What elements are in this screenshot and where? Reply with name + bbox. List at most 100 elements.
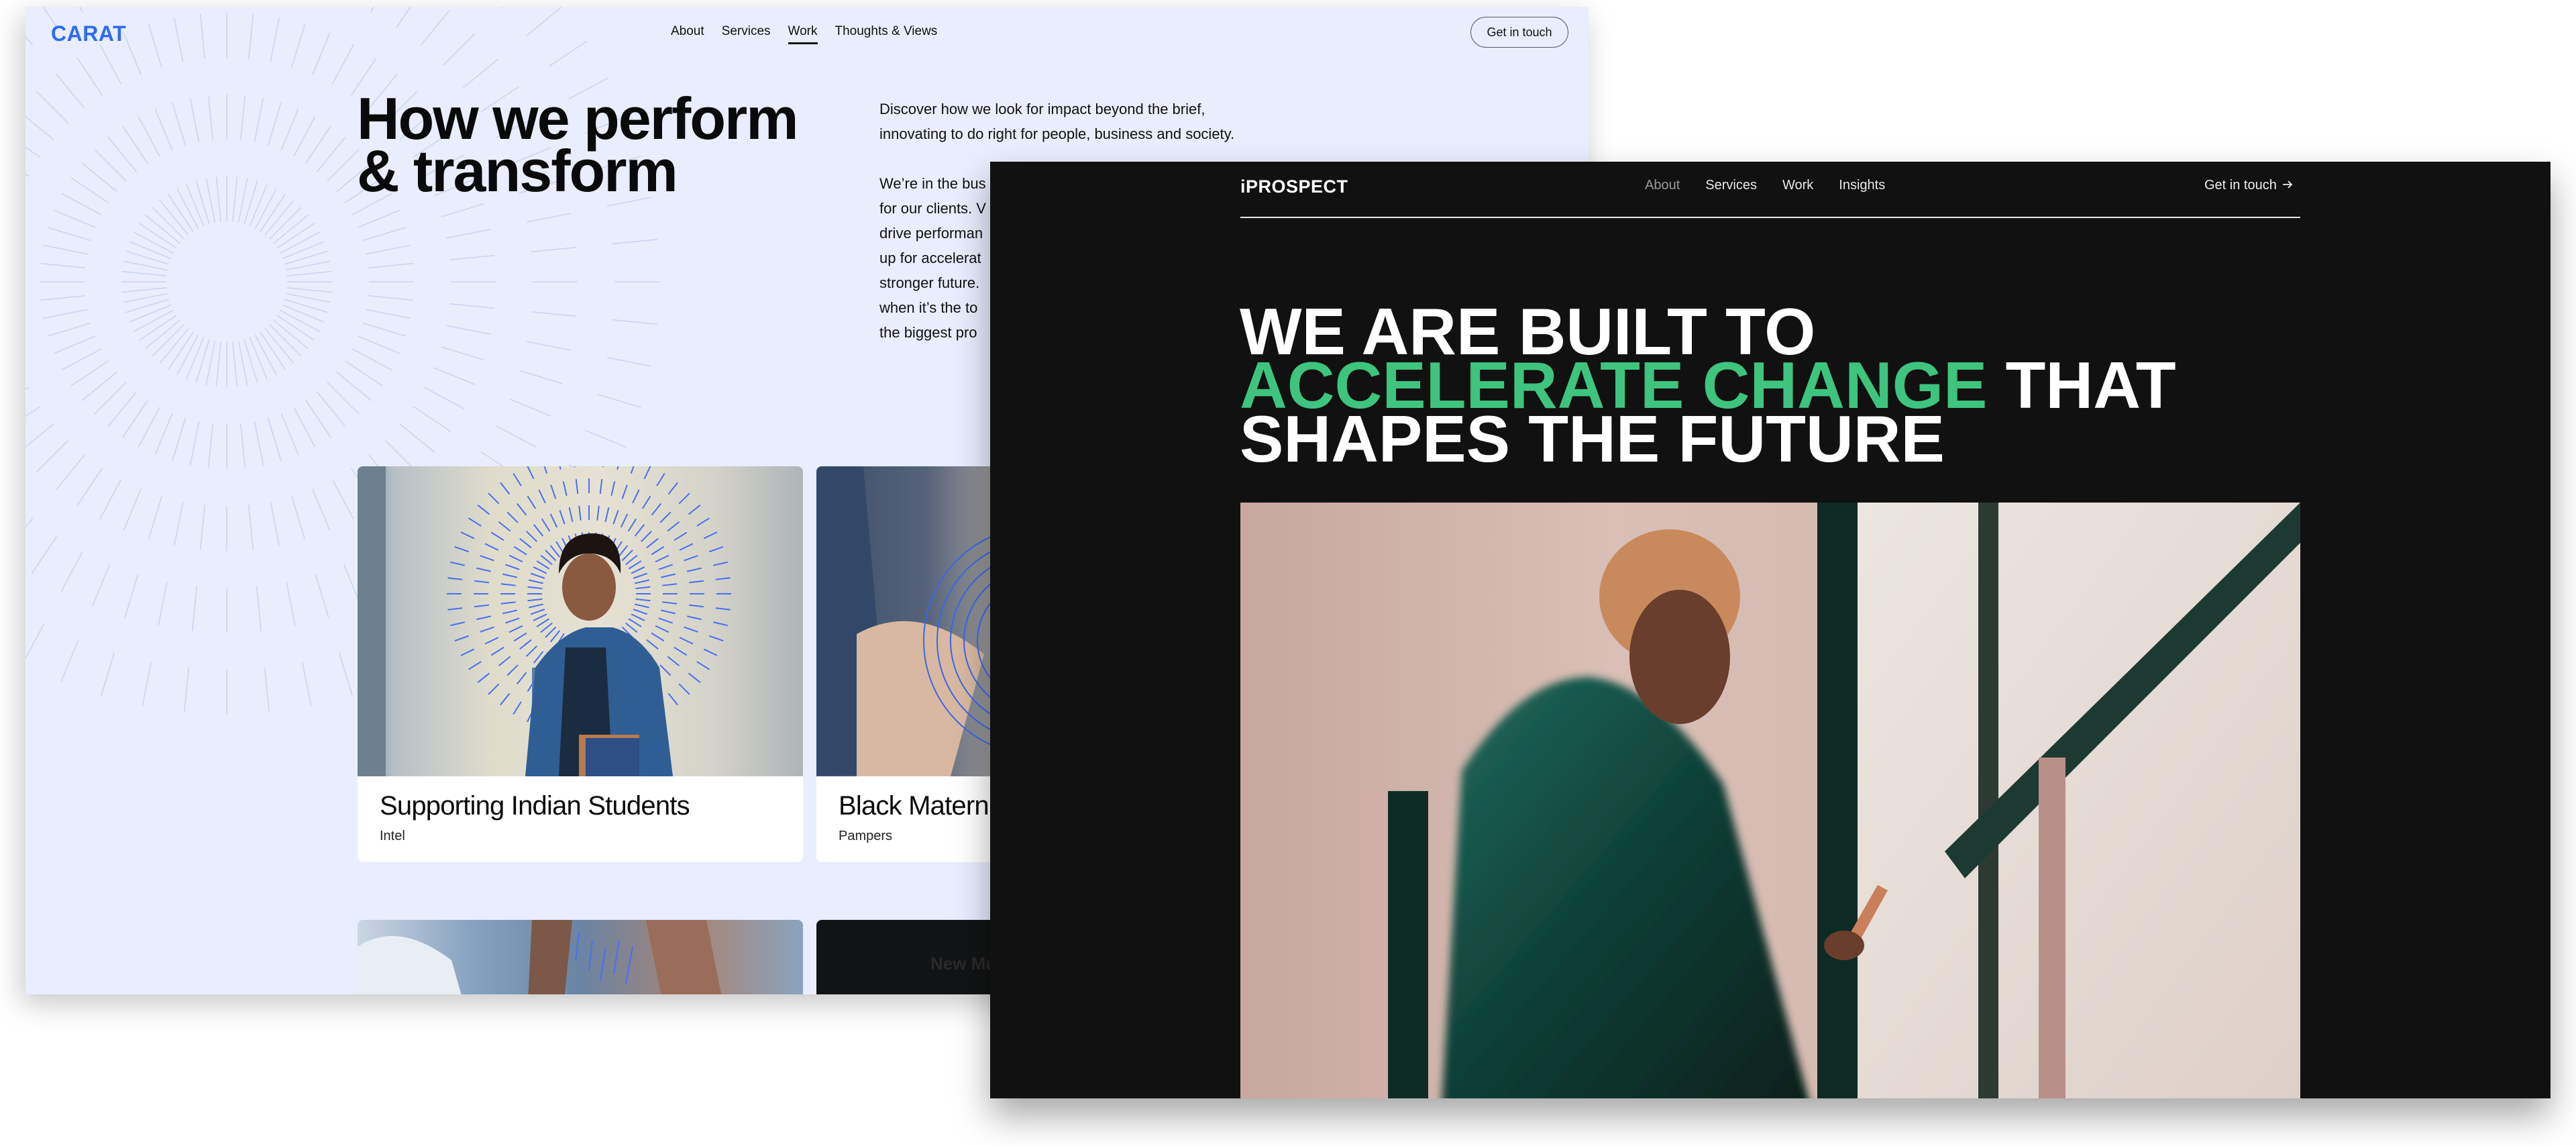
- ray-segment: [709, 546, 724, 553]
- work-card-supporting-indian-students[interactable]: Supporting Indian Students Intel: [358, 466, 803, 862]
- ray-segment: [25, 386, 30, 390]
- ray-segment: [284, 299, 328, 313]
- ray-segment: [506, 664, 519, 676]
- ray-segment: [646, 639, 659, 650]
- ray-segment: [476, 567, 491, 572]
- get-in-touch-link[interactable]: Get in touch: [2204, 178, 2293, 193]
- ray-segment: [529, 603, 543, 609]
- ray-segment: [145, 319, 180, 350]
- ray-segment: [679, 543, 694, 551]
- ray-segment: [282, 304, 325, 323]
- ray-segment: [498, 656, 511, 667]
- ray-segment: [172, 417, 186, 462]
- nav-item-work[interactable]: Work: [788, 24, 818, 44]
- ray-segment: [312, 33, 331, 75]
- ray-segment: [327, 382, 360, 415]
- nav-item-about[interactable]: About: [1645, 178, 1680, 193]
- nav-item-about[interactable]: About: [671, 24, 704, 39]
- student-with-books-photo: [358, 466, 803, 776]
- get-in-touch-button[interactable]: Get in touch: [1470, 17, 1568, 48]
- ray-segment: [574, 466, 576, 468]
- ray-segment: [674, 646, 688, 656]
- ray-segment: [498, 521, 511, 532]
- ray-segment: [500, 583, 516, 586]
- ray-segment: [441, 346, 485, 361]
- ray-segment: [176, 335, 199, 375]
- ray-segment: [293, 407, 316, 448]
- ray-segment: [715, 607, 731, 611]
- ray-segment: [232, 176, 238, 222]
- ray-segment: [215, 342, 221, 387]
- ray-segment: [625, 622, 638, 633]
- ray-segment: [541, 518, 551, 532]
- ray-segment: [488, 492, 500, 505]
- nav-item-insights[interactable]: Insights: [1839, 178, 1885, 193]
- ray-segment: [123, 33, 142, 75]
- ray-segment: [269, 324, 302, 357]
- ray-segment: [148, 23, 162, 68]
- ray-segment: [449, 303, 495, 309]
- ray-segment: [540, 554, 553, 566]
- hero-line-2-rest: THAT: [1987, 348, 2176, 422]
- ray-segment: [280, 231, 320, 254]
- ray-segment: [174, 501, 184, 546]
- ray-segment: [168, 193, 194, 232]
- ray-segment: [684, 626, 698, 633]
- ray-segment: [477, 505, 490, 515]
- ray-segment: [260, 331, 286, 370]
- ray-segment: [362, 322, 407, 337]
- nav-item-services[interactable]: Services: [722, 24, 771, 39]
- ray-segment: [533, 524, 544, 537]
- ray-segment: [199, 505, 206, 550]
- ray-segment: [536, 618, 550, 627]
- ray-segment: [508, 625, 523, 633]
- ray-segment: [655, 625, 669, 633]
- iprospect-logo[interactable]: iPROSPECT: [1240, 176, 1348, 197]
- ray-segment: [370, 7, 374, 13]
- ray-segment: [123, 293, 168, 303]
- ray-segment: [276, 223, 315, 249]
- ray-segment: [634, 524, 645, 537]
- card-title: Supporting Indian Students: [380, 791, 690, 821]
- nav-item-work[interactable]: Work: [1782, 178, 1813, 193]
- ray-segment: [280, 108, 299, 151]
- work-card-dancers[interactable]: [358, 920, 803, 994]
- ray-segment: [703, 648, 718, 656]
- dancers-photo: [358, 920, 803, 994]
- ray-segment: [270, 501, 280, 546]
- ray-segment: [631, 613, 645, 621]
- ray-segment: [133, 309, 174, 332]
- ray-segment: [81, 371, 117, 401]
- ray-segment: [148, 496, 162, 540]
- ray-segment: [25, 623, 45, 660]
- ray-segment: [420, 10, 450, 46]
- ray-segment: [684, 555, 698, 562]
- ray-segment: [667, 521, 680, 532]
- ray-segment: [549, 630, 561, 643]
- body-line: up for accelerat: [879, 250, 981, 266]
- ray-segment: [154, 413, 173, 456]
- ray-segment: [142, 662, 152, 707]
- ray-segment: [488, 683, 500, 695]
- body-line: drive performan: [879, 225, 983, 242]
- ray-segment: [635, 598, 651, 602]
- ray-segment: [549, 40, 587, 67]
- ray-segment: [505, 617, 520, 624]
- ray-segment: [476, 615, 491, 621]
- ray-segment: [138, 116, 160, 157]
- ray-segment: [60, 639, 79, 682]
- header-divider: [1240, 217, 2300, 218]
- ray-segment: [352, 348, 392, 371]
- ray-segment: [500, 692, 511, 706]
- ray-segment: [463, 58, 498, 89]
- ray-segment: [291, 23, 306, 68]
- ray-segment: [305, 399, 331, 438]
- nav-item-thoughts-views[interactable]: Thoughts & Views: [835, 24, 938, 39]
- carat-logo[interactable]: CARAT: [51, 21, 126, 46]
- ray-segment: [249, 184, 268, 227]
- ray-segment: [184, 668, 190, 713]
- ray-segment: [413, 405, 451, 432]
- person-looking-at-phone-by-window-photo: [1240, 503, 2300, 1098]
- nav-item-services[interactable]: Services: [1705, 178, 1757, 193]
- ray-segment: [543, 466, 548, 474]
